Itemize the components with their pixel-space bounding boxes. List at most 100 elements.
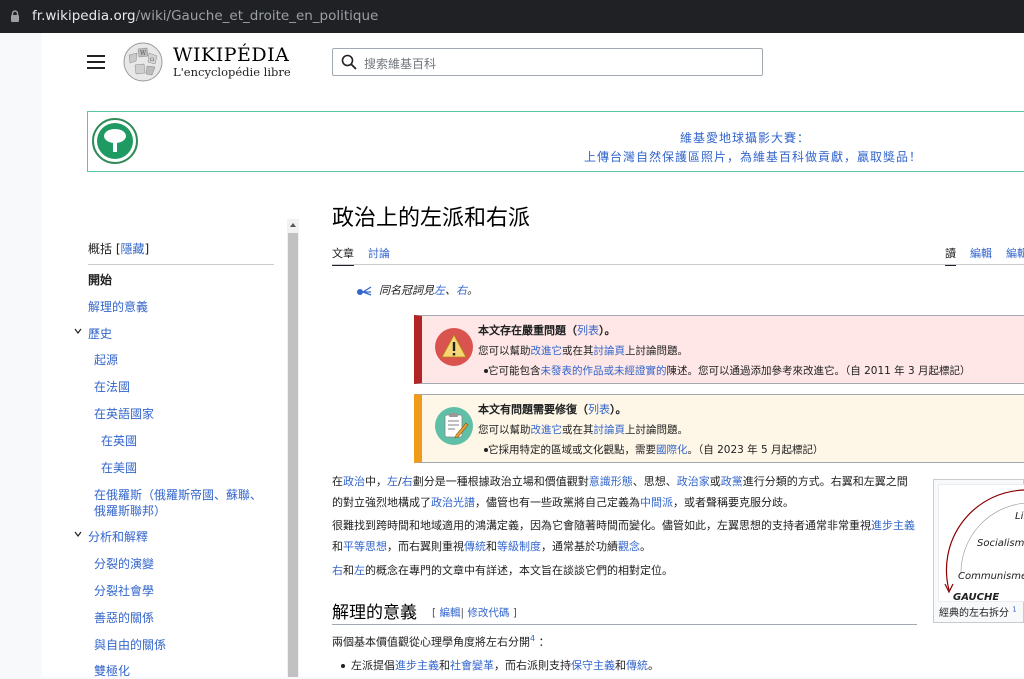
- link-concept[interactable]: 觀念: [618, 540, 640, 553]
- toc-item-russia-cont[interactable]: 俄羅斯聯邦）: [94, 502, 166, 519]
- scroll-up-arrow-icon[interactable]: [290, 223, 296, 227]
- link-social-change[interactable]: 社會變革: [450, 659, 494, 672]
- link-conservatism[interactable]: 保守主義: [571, 659, 615, 672]
- toc-heading: 概括 [隱藏]: [88, 240, 278, 259]
- toc-item-freedom[interactable]: 與自由的關係: [94, 636, 166, 653]
- tab-edit[interactable]: 編輯: [970, 245, 992, 261]
- lock-icon: [11, 10, 19, 22]
- toc-hide-link[interactable]: 隱藏: [121, 242, 145, 256]
- banner-link-description[interactable]: 上傳台灣自然保護區照片，為維基百科做貢獻，贏取獎品！: [584, 148, 922, 165]
- link-party[interactable]: 政黨: [721, 475, 743, 488]
- toc-item-good-evil[interactable]: 善惡的關係: [94, 609, 154, 626]
- toc-item-russia[interactable]: 在俄羅斯（俄羅斯帝國、蘇聯、: [94, 486, 262, 503]
- intro-paragraph-1: 在政治中，左/右劃分是一種根據政治立場和價值觀對意識形態、思想、政治家或政黨進行…: [332, 475, 908, 509]
- scrollbar-thumb[interactable]: [288, 233, 298, 677]
- toc-item-origin[interactable]: 起源: [94, 351, 118, 368]
- toc-item-beginning[interactable]: 開始: [88, 271, 112, 288]
- toc-item-bipolarization[interactable]: 雙極化: [94, 662, 130, 679]
- toc-heading-label: 概括 [: [88, 242, 121, 256]
- hatnote-text: 同名冠詞見: [379, 284, 434, 297]
- toc-item-analysis[interactable]: 分析和解釋: [88, 528, 148, 545]
- hatnote-link-right[interactable]: 右: [456, 284, 467, 297]
- talk-page-link[interactable]: 討論頁: [594, 345, 626, 357]
- ambox-title: 本文存在嚴重問題（列表）。: [478, 324, 616, 337]
- toc-item-france[interactable]: 在法國: [94, 378, 130, 395]
- link-left[interactable]: 左: [387, 475, 398, 488]
- toc-heading-bracket: ]: [144, 242, 150, 256]
- caption-ref-link[interactable]: 1: [1012, 606, 1016, 614]
- hatnote-sep: 、: [445, 284, 456, 297]
- section-edit-code-link[interactable]: 修改代碼: [467, 607, 509, 619]
- link-political-spectrum[interactable]: 政治光譜: [431, 496, 475, 509]
- toc-item-meaning[interactable]: 解理的意義: [88, 298, 148, 315]
- hatnote-link-left[interactable]: 左: [434, 284, 445, 297]
- toc-item-history[interactable]: 歷史: [88, 325, 112, 342]
- link-politician[interactable]: 政治家: [677, 475, 710, 488]
- talk-page-link[interactable]: 討論頁: [594, 424, 626, 436]
- link-right-article[interactable]: 右: [332, 564, 343, 577]
- chevron-down-icon[interactable]: [74, 530, 82, 538]
- link-left-article[interactable]: 左: [354, 564, 365, 577]
- section-underline: [332, 624, 917, 625]
- improve-link[interactable]: 改進它: [531, 424, 563, 436]
- hamburger-line: [87, 55, 105, 57]
- url-text[interactable]: fr.wikipedia.org/wiki/Gauche_et_droite_e…: [32, 8, 378, 24]
- ambox-serious-issues: 本文存在嚴重問題（列表）。 您可以幫助改進它或在其討論頁上討論問題。 它可能包含…: [414, 315, 1024, 384]
- ambox-title: 本文有問題需要修復（列表）。: [478, 403, 627, 416]
- toc-item-cleavage-sociology[interactable]: 分裂社會學: [94, 582, 154, 599]
- page-title: 政治上的左派和右派: [332, 206, 531, 231]
- wikipedia-globe-icon[interactable]: W Ω: [121, 41, 165, 83]
- internationalization-link[interactable]: 國際化: [656, 444, 688, 456]
- hamburger-line: [87, 67, 105, 69]
- toc-item-english-speaking[interactable]: 在英語國家: [94, 405, 154, 422]
- link-tradition-2[interactable]: 傳統: [626, 659, 648, 672]
- hatnote: 同名冠詞見左、右。: [356, 282, 478, 298]
- browser-address-bar[interactable]: fr.wikipedia.org/wiki/Gauche_et_droite_e…: [0, 0, 1024, 33]
- toc-item-uk[interactable]: 在英國: [101, 432, 137, 449]
- ambox-bullet: 它採用特定的區域或文化觀點，需要國際化。（自 2023 年 5 月起標記）: [484, 442, 824, 457]
- search-placeholder: 搜索維基百科: [364, 57, 437, 71]
- toc-item-cleavage-evolution[interactable]: 分裂的演變: [94, 555, 154, 572]
- link-progressivism-2[interactable]: 進步主義: [395, 659, 439, 672]
- chevron-down-icon[interactable]: [74, 327, 82, 335]
- tab-edit-source[interactable]: 編輯: [1006, 245, 1024, 261]
- diagram-label-gauche: GAUCHE: [953, 592, 999, 602]
- tab-read[interactable]: 讀: [945, 245, 956, 266]
- site-notice-banner: 維基愛地球攝影大賽： 上傳台灣自然保護區照片，為維基百科做貢獻，贏取獎品！: [87, 111, 1024, 172]
- bullet-dot: [341, 664, 345, 668]
- ambox-bullet: 它可能包含未發表的作品或未經證實的陳述。您可以通過添加參考來改進它。（自 201…: [484, 363, 971, 378]
- link-ideology[interactable]: 意識形態: [589, 475, 633, 488]
- search-icon: [341, 54, 357, 70]
- link-centrism[interactable]: 中間派: [640, 496, 673, 509]
- toc-divider: [88, 264, 274, 265]
- original-research-link[interactable]: 未發表的作品或未經證實的: [541, 365, 667, 377]
- edit-clipboard-icon: [435, 407, 473, 445]
- ambox-help-line: 您可以幫助改進它或在其討論頁上討論問題。: [478, 424, 688, 436]
- wikipedia-wordmark[interactable]: WIKIPÉDIA: [173, 44, 289, 66]
- search-input[interactable]: 搜索維基百科: [332, 48, 763, 76]
- improve-link[interactable]: 改進它: [531, 345, 563, 357]
- left-right-diagram-image[interactable]: Lib Socialisme Communisme GAUCHE: [938, 484, 1024, 602]
- tab-talk[interactable]: 討論: [368, 245, 390, 261]
- link-tradition[interactable]: 傳統: [464, 540, 486, 553]
- thumbnail-figure[interactable]: Lib Socialisme Communisme GAUCHE 經典的左右拆分…: [933, 479, 1024, 623]
- svg-text:Ω: Ω: [150, 57, 154, 63]
- tab-article[interactable]: 文章: [332, 245, 354, 266]
- toc-item-usa[interactable]: 在美國: [101, 459, 137, 476]
- hamburger-line: [87, 61, 105, 63]
- ambox-list-link[interactable]: 列表: [588, 403, 610, 416]
- toc-scrollbar[interactable]: [287, 219, 299, 677]
- ambox-list-link[interactable]: 列表: [577, 324, 599, 337]
- diagram-label-liberalism: Lib: [1015, 511, 1024, 522]
- section-heading-meaning: 解理的意義: [332, 603, 417, 623]
- section-edit-link[interactable]: 編輯: [439, 607, 460, 619]
- ref-link-4[interactable]: 4: [530, 634, 535, 643]
- hatnote-suffix: 。: [467, 284, 478, 297]
- meaning-bullet-1: 左派提倡進步主義和社會變革，而右派則支持保守主義和傳統。: [351, 659, 659, 672]
- link-egalitarianism[interactable]: 平等思想: [343, 540, 387, 553]
- link-right[interactable]: 右: [402, 475, 413, 488]
- main-menu-button[interactable]: [87, 55, 105, 69]
- link-hierarchy[interactable]: 等級制度: [497, 540, 541, 553]
- link-progressivism[interactable]: 進步主義: [871, 519, 915, 532]
- link-politics[interactable]: 政治: [343, 475, 365, 488]
